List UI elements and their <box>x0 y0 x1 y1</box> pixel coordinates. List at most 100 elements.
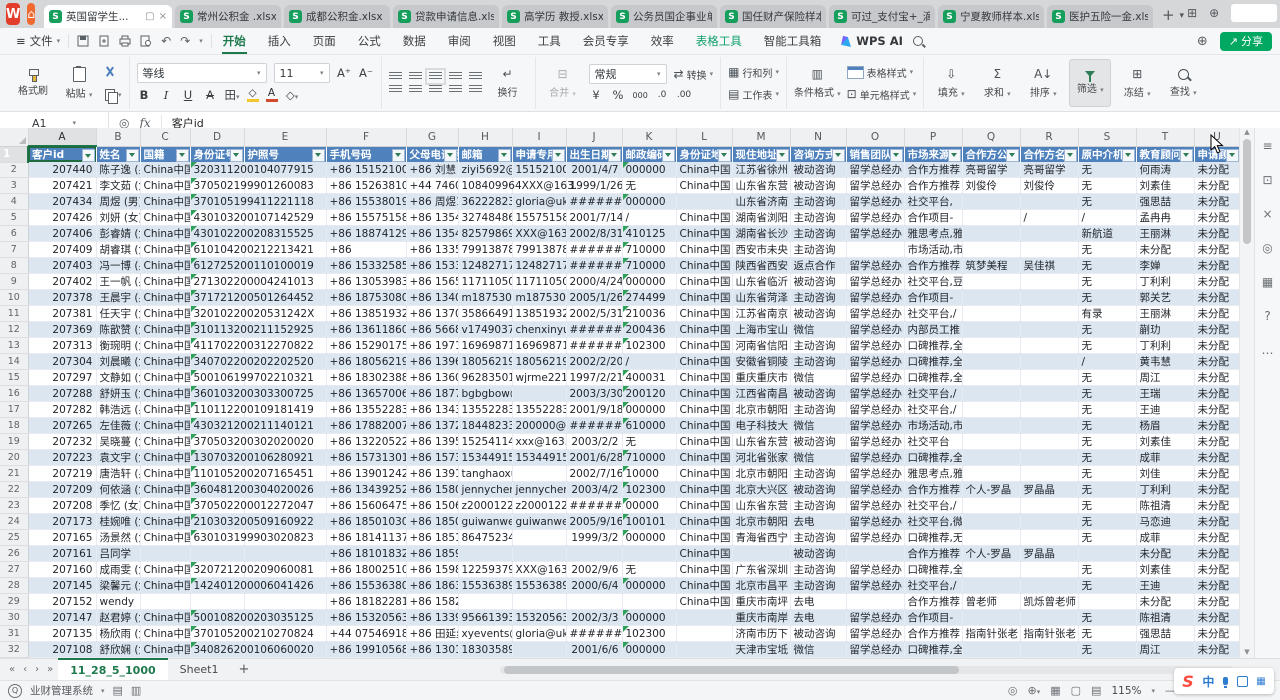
cell[interactable] <box>962 578 1020 594</box>
cell[interactable]: 无 <box>1078 402 1136 418</box>
cell[interactable]: 无 <box>1078 242 1136 258</box>
cell[interactable]: xyevents@ <box>458 626 512 642</box>
refresh-service-icon[interactable]: ◎ <box>1262 242 1272 254</box>
cell[interactable]: +86 15332585 <box>326 258 406 274</box>
cell[interactable]: 207219 <box>28 466 96 482</box>
cell[interactable]: 未分配 <box>1194 482 1240 498</box>
cell[interactable] <box>622 546 676 562</box>
cell[interactable]: 丁利利 <box>1136 338 1194 354</box>
cell[interactable]: 无 <box>1078 610 1136 626</box>
cell[interactable] <box>732 546 790 562</box>
document-tab[interactable]: S高学历 教授.xlsx <box>502 5 608 28</box>
column-header-J[interactable]: J <box>566 128 622 146</box>
cell[interactable]: 710000 <box>622 450 676 466</box>
next-sheet-icon[interactable]: › <box>32 664 42 675</box>
cell[interactable]: 未分配 <box>1194 466 1240 482</box>
cell[interactable] <box>1020 578 1078 594</box>
cell[interactable] <box>962 514 1020 530</box>
cell[interactable]: 衡琬明 (女 <box>96 338 140 354</box>
cell[interactable]: 207426 <box>28 210 96 226</box>
row-header-6[interactable]: 6 <box>0 226 28 242</box>
cell[interactable]: 430103200107142529 <box>190 210 244 226</box>
table-header-cell[interactable]: 市场来源 <box>904 146 962 162</box>
cell[interactable]: 200120 <box>622 386 676 402</box>
cell[interactable]: 151521001 <box>512 162 566 178</box>
page-break-view-icon[interactable]: ▤ <box>1091 684 1101 697</box>
cell[interactable]: 上海市宝山 <box>732 322 790 338</box>
cell[interactable] <box>962 562 1020 578</box>
cell[interactable]: 杨欣雨 (女 <box>96 626 140 642</box>
cell[interactable]: 济南市历下 <box>732 626 790 642</box>
cell[interactable]: 610104200212213421 <box>190 242 244 258</box>
wps-ai-button[interactable]: WPS AI <box>832 34 913 48</box>
system-plugin-label[interactable]: 业财管理系统 <box>30 683 93 698</box>
cell[interactable]: 610000 <box>622 418 676 434</box>
cell[interactable]: 亮哥留学 <box>962 162 1020 178</box>
cell[interactable]: China中国 <box>140 178 190 194</box>
convert-button[interactable]: ⇄ 转换▾ <box>674 65 714 83</box>
cell[interactable] <box>962 338 1020 354</box>
cell[interactable]: +86 周煜155380 <box>406 194 458 210</box>
cell[interactable]: 864752343 <box>458 530 512 546</box>
cell[interactable]: 2001/9/18 <box>566 402 622 418</box>
document-tab[interactable]: S常州公积金 .xlsx <box>175 5 281 28</box>
cell[interactable]: 被动咨询 <box>790 482 846 498</box>
cell[interactable]: 留学总经办 <box>846 258 904 274</box>
cell[interactable]: +86 1598680231 <box>406 562 458 578</box>
table-header-cell[interactable]: 客户id <box>28 146 96 162</box>
cell[interactable]: 王一帆 (男 <box>96 274 140 290</box>
cell[interactable] <box>566 594 622 610</box>
cell[interactable] <box>1020 466 1078 482</box>
cell[interactable]: 未分配 <box>1194 370 1240 386</box>
filter-dropdown-button[interactable] <box>948 149 961 162</box>
cell[interactable]: 未分配 <box>1194 242 1240 258</box>
cell[interactable]: China中国 <box>140 482 190 498</box>
font-size-select[interactable]: 11▾ <box>274 63 330 83</box>
table-header-cell[interactable]: 申请专用 <box>512 146 566 162</box>
cell[interactable]: 合作项目- <box>904 610 962 626</box>
cell[interactable]: ziyi5692@( <box>458 162 512 178</box>
column-header-U[interactable]: U <box>1194 128 1240 146</box>
cell[interactable]: China中国 <box>676 546 732 562</box>
cell[interactable]: +86 13220522 <box>326 434 406 450</box>
cell[interactable]: China中国 <box>676 594 732 610</box>
cell[interactable]: 主动咨询 <box>790 402 846 418</box>
cell[interactable]: 口碑推荐,全 <box>904 370 962 386</box>
row-header-22[interactable]: 22 <box>0 482 28 498</box>
cell[interactable]: 袁文宇 (女 <box>96 450 140 466</box>
cell[interactable]: 未分配 <box>1194 274 1240 290</box>
cell[interactable]: 370105200210270824 <box>190 626 244 642</box>
column-header-I[interactable]: I <box>512 128 566 146</box>
cell[interactable]: ######### <box>566 322 622 338</box>
cell[interactable]: 社交平台,微 <box>904 514 962 530</box>
cell[interactable]: 电子科技大 <box>732 418 790 434</box>
cell[interactable]: 舒妍玉 (女 <box>96 386 140 402</box>
cell[interactable]: 207135 <box>28 626 96 642</box>
row-header-2[interactable]: 2 <box>0 162 28 178</box>
cell[interactable]: +86 15263810 <box>326 178 406 194</box>
cell[interactable]: 合作方推荐 <box>904 482 962 498</box>
ime-language-icon[interactable]: 中 <box>1202 673 1214 690</box>
cell[interactable] <box>962 354 1020 370</box>
cell[interactable]: 15320563( <box>512 610 566 626</box>
document-tab[interactable]: S贷款申请信息.xlsx <box>393 5 499 28</box>
document-tab[interactable]: S可过_支付宝+_滴滴 <box>829 5 935 28</box>
cell-style-button[interactable]: ⊡ 单元格样式▾ <box>847 85 917 103</box>
cell[interactable]: 合作方推荐 <box>904 258 962 274</box>
cell[interactable]: 207165 <box>28 530 96 546</box>
cell[interactable]: 410125 <box>622 226 676 242</box>
cell[interactable]: 王丽淋 <box>1136 226 1194 242</box>
output-icon[interactable] <box>98 35 110 47</box>
cell[interactable]: / <box>1078 354 1136 370</box>
cell[interactable]: +86 15575158 <box>326 210 406 226</box>
cell[interactable]: +86 17882007 <box>326 418 406 434</box>
cell[interactable]: +86 1533258500 <box>406 258 458 274</box>
cell[interactable]: 117110505 <box>512 274 566 290</box>
column-header-T[interactable]: T <box>1136 128 1194 146</box>
cell[interactable]: 无 <box>1078 338 1136 354</box>
cell[interactable]: 无 <box>1078 498 1136 514</box>
cell[interactable]: 合作方推荐 <box>904 546 962 562</box>
cell[interactable]: +86 1971300890 <box>406 338 458 354</box>
cell[interactable]: 210303200509160922 <box>190 514 244 530</box>
cell[interactable]: 王晨宇 (男 <box>96 290 140 306</box>
